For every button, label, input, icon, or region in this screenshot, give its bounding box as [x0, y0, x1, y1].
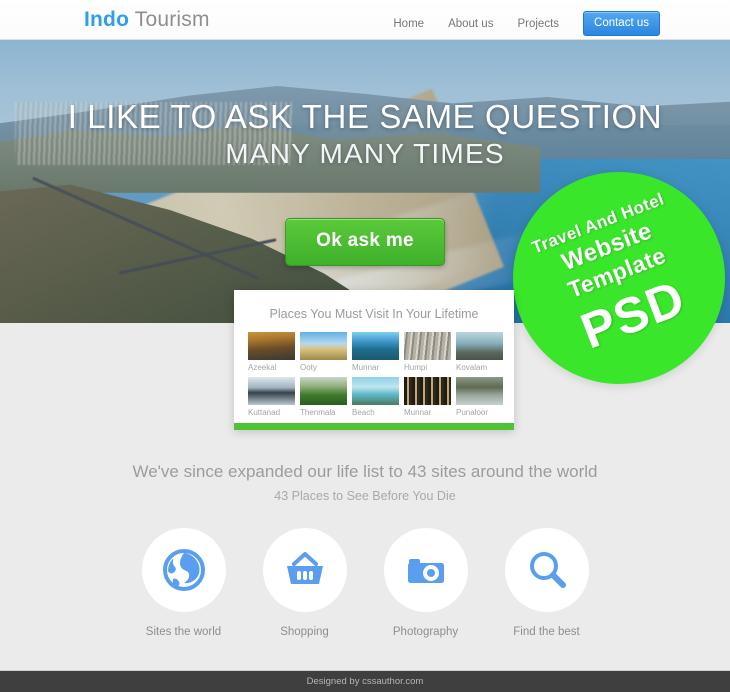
hero-title: I LIKE TO ASK THE SAME QUESTION — [67, 98, 663, 135]
camera-icon — [407, 559, 444, 583]
place-thumbnail-image — [300, 377, 347, 405]
psd-template-badge: Travel And Hotel Website Template PSD — [513, 172, 725, 384]
list-item[interactable]: Munnar — [352, 332, 399, 372]
basket-icon — [286, 552, 323, 584]
contact-us-button[interactable]: Contact us — [583, 11, 660, 36]
place-thumbnail-image — [248, 377, 295, 405]
place-label: Kovalam — [456, 363, 488, 372]
list-item[interactable]: Thenmala — [300, 377, 347, 417]
list-item[interactable]: Kuttanad — [248, 377, 295, 417]
place-label: Munnar — [404, 408, 432, 417]
list-item[interactable]: Kovalam — [456, 332, 503, 372]
place-thumbnail-image — [456, 377, 503, 405]
feature-icon-circle — [262, 528, 347, 612]
list-item[interactable]: Munnar — [404, 377, 451, 417]
main-navigation: Home About us Projects Contact us — [393, 11, 660, 36]
site-logo[interactable]: Indo Tourism — [84, 8, 210, 32]
feature-photography[interactable]: Photography — [383, 528, 468, 638]
place-thumbnail-image — [300, 332, 347, 360]
globe-icon — [162, 549, 205, 591]
place-label: Kuttanad — [248, 408, 281, 417]
page-root: Indo Tourism Home About us Projects Cont… — [0, 0, 730, 692]
list-item[interactable]: Ooty — [300, 332, 347, 372]
place-thumbnail-image — [352, 332, 399, 360]
place-label: Beach — [352, 408, 375, 417]
feature-label: Shopping — [280, 626, 329, 638]
logo-secondary: Tourism — [129, 8, 210, 31]
site-header: Indo Tourism Home About us Projects Cont… — [0, 0, 730, 40]
place-thumbnail-image — [352, 377, 399, 405]
features-section: Sites the world Shopping Photography Fin… — [0, 528, 730, 638]
intro-subheading: 43 Places to See Before You Die — [274, 489, 456, 503]
place-label: Azeekal — [248, 363, 277, 372]
place-label: Thenmala — [300, 408, 336, 417]
place-label: Humpi — [404, 363, 428, 372]
nav-item-home[interactable]: Home — [393, 18, 424, 30]
places-card: Places You Must Visit In Your Lifetime A… — [234, 290, 514, 430]
place-thumbnail-image — [248, 332, 295, 360]
list-item[interactable]: Azeekal — [248, 332, 295, 372]
place-thumbnail-image — [404, 377, 451, 405]
list-item[interactable]: Punaloor — [456, 377, 503, 417]
site-footer: Designed by cssauthor.com — [0, 670, 730, 692]
feature-icon-circle — [141, 528, 226, 612]
feature-icon-circle — [383, 528, 468, 612]
place-label: Ooty — [300, 363, 317, 372]
ok-ask-me-button[interactable]: Ok ask me — [285, 218, 445, 266]
place-thumbnail-image — [404, 332, 451, 360]
list-item[interactable]: Humpi — [404, 332, 451, 372]
magnifier-icon — [529, 552, 566, 588]
intro-section: We've since expanded our life list to 43… — [0, 462, 730, 503]
list-item[interactable]: Beach — [352, 377, 399, 417]
place-thumbnail-image — [456, 332, 503, 360]
feature-shopping[interactable]: Shopping — [262, 528, 347, 638]
feature-label: Sites the world — [145, 626, 222, 638]
feature-label: Photography — [392, 626, 459, 638]
feature-sites-the-world[interactable]: Sites the world — [141, 528, 226, 638]
places-thumb-row: Kuttanad Thenmala Beach Munnar Punaloor — [248, 377, 503, 417]
places-card-title: Places You Must Visit In Your Lifetime — [269, 307, 479, 321]
intro-heading: We've since expanded our life list to 43… — [132, 462, 598, 481]
feature-label: Find the best — [513, 626, 580, 638]
logo-primary: Indo — [84, 8, 130, 31]
place-label: Munnar — [352, 363, 380, 372]
nav-item-about-us[interactable]: About us — [448, 18, 493, 30]
places-thumb-row: Azeekal Ooty Munnar Humpi Kovalam — [248, 332, 503, 372]
places-card-accent-bar — [234, 423, 514, 430]
nav-item-projects[interactable]: Projects — [517, 18, 559, 30]
place-label: Punaloor — [456, 408, 489, 417]
footer-credit: Designed by cssauthor.com — [306, 676, 424, 687]
feature-find-the-best[interactable]: Find the best — [504, 528, 589, 638]
feature-icon-circle — [504, 528, 589, 612]
